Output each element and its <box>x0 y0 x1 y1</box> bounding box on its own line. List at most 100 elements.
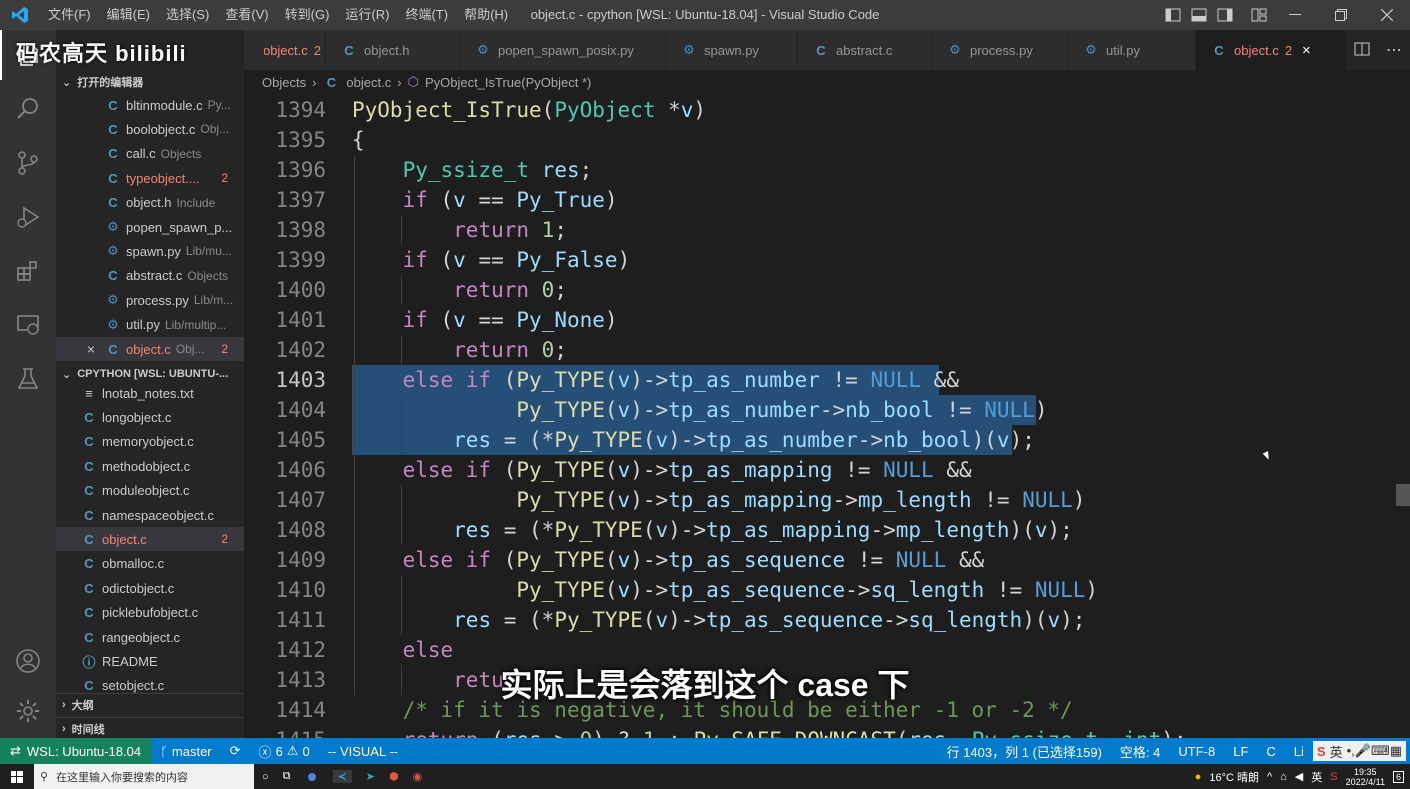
tab-typeobject-c[interactable]: typeobject.c 2 <box>244 30 326 70</box>
tab-abstract-c[interactable]: Cabstract.c <box>798 30 932 70</box>
breadcrumb-symbol[interactable]: PyObject_IsTrue(PyObject *) <box>425 75 591 90</box>
language-mode[interactable]: C <box>1257 744 1284 759</box>
menu-item[interactable]: 选择(S) <box>158 0 217 30</box>
close-icon[interactable]: × <box>1302 42 1311 59</box>
scroll-thumb[interactable] <box>1396 484 1410 506</box>
symbol-method-icon: ⬡ <box>407 74 419 89</box>
code-line: return (res > 0) ? 1 : Py_SAFE_DOWNCAST(… <box>352 725 1187 738</box>
code-token: v <box>617 548 631 572</box>
source-control-icon[interactable] <box>0 138 56 188</box>
windows-start-icon[interactable] <box>0 770 34 783</box>
tab-util-py[interactable]: ⚙ util.py <box>1068 30 1196 70</box>
open-editor-item[interactable]: ⚙ process.py Lib/m... <box>56 288 244 312</box>
open-editor-item[interactable]: Cobject.h Include <box>56 191 244 215</box>
open-editor-item[interactable]: ⚙ util.py Lib/multip... <box>56 313 244 337</box>
more-actions-icon[interactable]: ⋯ <box>1386 40 1402 60</box>
open-editor-item[interactable]: Ccall.c Objects <box>56 142 244 166</box>
chevron-down-icon: ⌄ <box>62 368 72 381</box>
open-editor-item[interactable]: × Cobject.c Obj... 2 <box>56 337 244 361</box>
minimize-button[interactable] <box>1272 0 1318 30</box>
tree-file-item[interactable]: Cpicklebufobject.c <box>56 601 244 625</box>
task-view-icon[interactable]: ○ <box>262 771 269 783</box>
tree-file-item[interactable]: Cobject.c 2 <box>56 527 244 552</box>
app-icon[interactable]: ⬢ <box>389 770 399 783</box>
tab-popen_spawn_posix-py[interactable]: ⚙ popen_spawn_posix.py <box>460 30 666 70</box>
remote-explorer-icon[interactable] <box>0 300 56 350</box>
testing-icon[interactable] <box>0 354 56 404</box>
tray-chevron-icon[interactable]: ^ <box>1267 771 1272 783</box>
menu-item[interactable]: 转到(G) <box>277 0 338 30</box>
toggle-panel-icon[interactable] <box>1186 0 1212 30</box>
open-editors-header[interactable]: ⌄ 打开的编辑器 <box>56 71 244 93</box>
customize-layout-icon[interactable] <box>1246 0 1272 30</box>
remote-indicator[interactable]: ⇄ WSL: Ubuntu-18.04 <box>0 738 152 764</box>
tab-process-py[interactable]: ⚙ process.py <box>932 30 1068 70</box>
task-switch-icon[interactable]: ⧉ <box>283 770 291 783</box>
activity-bar <box>0 30 56 738</box>
breadcrumb-folder[interactable]: Objects <box>262 75 306 90</box>
indentation[interactable]: 空格: 4 <box>1111 742 1169 761</box>
toggle-secondary-sidebar-icon[interactable] <box>1212 0 1238 30</box>
status-extra[interactable]: Li <box>1285 744 1313 759</box>
tree-file-item[interactable]: Cobmalloc.c <box>56 552 244 576</box>
open-editor-item[interactable]: ⚙ spawn.py Lib/mu... <box>56 239 244 263</box>
vscode-taskbar-icon[interactable]: ≺ <box>332 770 352 783</box>
tab-label: object.h <box>364 42 410 58</box>
editor-scrollbar[interactable] <box>1396 94 1410 738</box>
tab-object-h[interactable]: Cobject.h <box>326 30 460 70</box>
tree-file-item[interactable]: Codictobject.c <box>56 576 244 600</box>
extensions-icon[interactable] <box>0 246 56 296</box>
record-icon[interactable]: ◉ <box>413 770 423 783</box>
run-debug-icon[interactable] <box>0 192 56 242</box>
tab-object-c[interactable]: Cobject.c 2 × <box>1196 30 1346 70</box>
tree-file-item[interactable]: ≡ lnotab_notes.txt <box>56 381 244 405</box>
line-number: 1405 <box>275 428 326 452</box>
tree-file-item[interactable]: Cmemoryobject.c <box>56 430 244 454</box>
open-editor-item[interactable]: Ctypeobject.... 2 <box>56 166 244 190</box>
breadcrumb-file[interactable]: object.c <box>346 75 391 90</box>
open-editor-item[interactable]: Cbltinmodule.c Py... <box>56 93 244 117</box>
code-token: if <box>402 248 428 272</box>
tree-file-item[interactable]: Cmoduleobject.c <box>56 479 244 503</box>
notification-icon[interactable]: 6 <box>1392 770 1404 783</box>
open-editor-item[interactable]: Cboolobject.c Obj... <box>56 117 244 141</box>
cursor-position[interactable]: 行 1403，列 1 (已选择159) <box>938 742 1111 761</box>
taskbar-search-box[interactable]: ⚲ 在这里输入你要搜索的内容 <box>34 764 254 789</box>
clock[interactable]: 19:35 2022/4/11 <box>1346 767 1385 787</box>
restore-button[interactable] <box>1318 0 1364 30</box>
tree-file-item[interactable]: Crangeobject.c <box>56 625 244 649</box>
close-icon[interactable]: × <box>78 341 104 357</box>
open-editor-item[interactable]: Cabstract.c Objects <box>56 264 244 288</box>
toggle-sidebar-icon[interactable] <box>1160 0 1186 30</box>
search-icon[interactable] <box>0 84 56 134</box>
end-of-line[interactable]: LF <box>1224 744 1257 759</box>
close-window-button[interactable] <box>1364 0 1410 30</box>
timeline-header[interactable]: › 时间线 <box>56 717 244 738</box>
editor-tabs: typeobject.c 2 Cobject.h ⚙ popen_spawn_posix… <box>244 30 1410 70</box>
menu-item[interactable]: 文件(F) <box>40 0 99 30</box>
problems-indicator[interactable]: ⓧ 6 ⚠ 0 <box>250 742 319 761</box>
code-editor[interactable]: 1394 PyObject_IsTrue(PyObject *v) 1395{139… <box>244 94 1410 738</box>
code-token: res <box>908 728 946 738</box>
open-editor-item[interactable]: ⚙ popen_spawn_p... <box>56 215 244 239</box>
telegram-icon[interactable]: ➤ <box>366 770 375 783</box>
sogou-tray-icon[interactable]: S <box>1330 771 1337 783</box>
menu-item[interactable]: 终端(T) <box>397 0 456 30</box>
tree-file-item[interactable]: Cnamespaceobject.c <box>56 503 244 527</box>
menu-item[interactable]: 运行(R) <box>337 0 397 30</box>
menu-item[interactable]: 帮助(H) <box>456 0 516 30</box>
tab-spawn-py[interactable]: ⚙ spawn.py <box>666 30 798 70</box>
network-icon[interactable]: ⌂ <box>1280 771 1287 783</box>
volume-icon[interactable]: ◀ <box>1295 770 1303 783</box>
split-editor-icon[interactable] <box>1354 42 1370 59</box>
menu-item[interactable]: 编辑(E) <box>99 0 158 30</box>
encoding[interactable]: UTF-8 <box>1169 744 1224 759</box>
sync-button[interactable]: ⟳ <box>221 743 250 759</box>
chrome-icon[interactable] <box>304 769 319 784</box>
menu-item[interactable]: 查看(V) <box>217 0 276 30</box>
ime-toolbar[interactable]: S 英 •,🎤⌨▦ <box>1312 741 1406 761</box>
tree-file-item[interactable]: Cmethodobject.c <box>56 454 244 478</box>
tree-file-item[interactable]: Clongobject.c <box>56 405 244 429</box>
taskbar-ime[interactable]: 英 <box>1311 769 1322 785</box>
branch-indicator[interactable]: ᚴ master <box>151 744 221 759</box>
